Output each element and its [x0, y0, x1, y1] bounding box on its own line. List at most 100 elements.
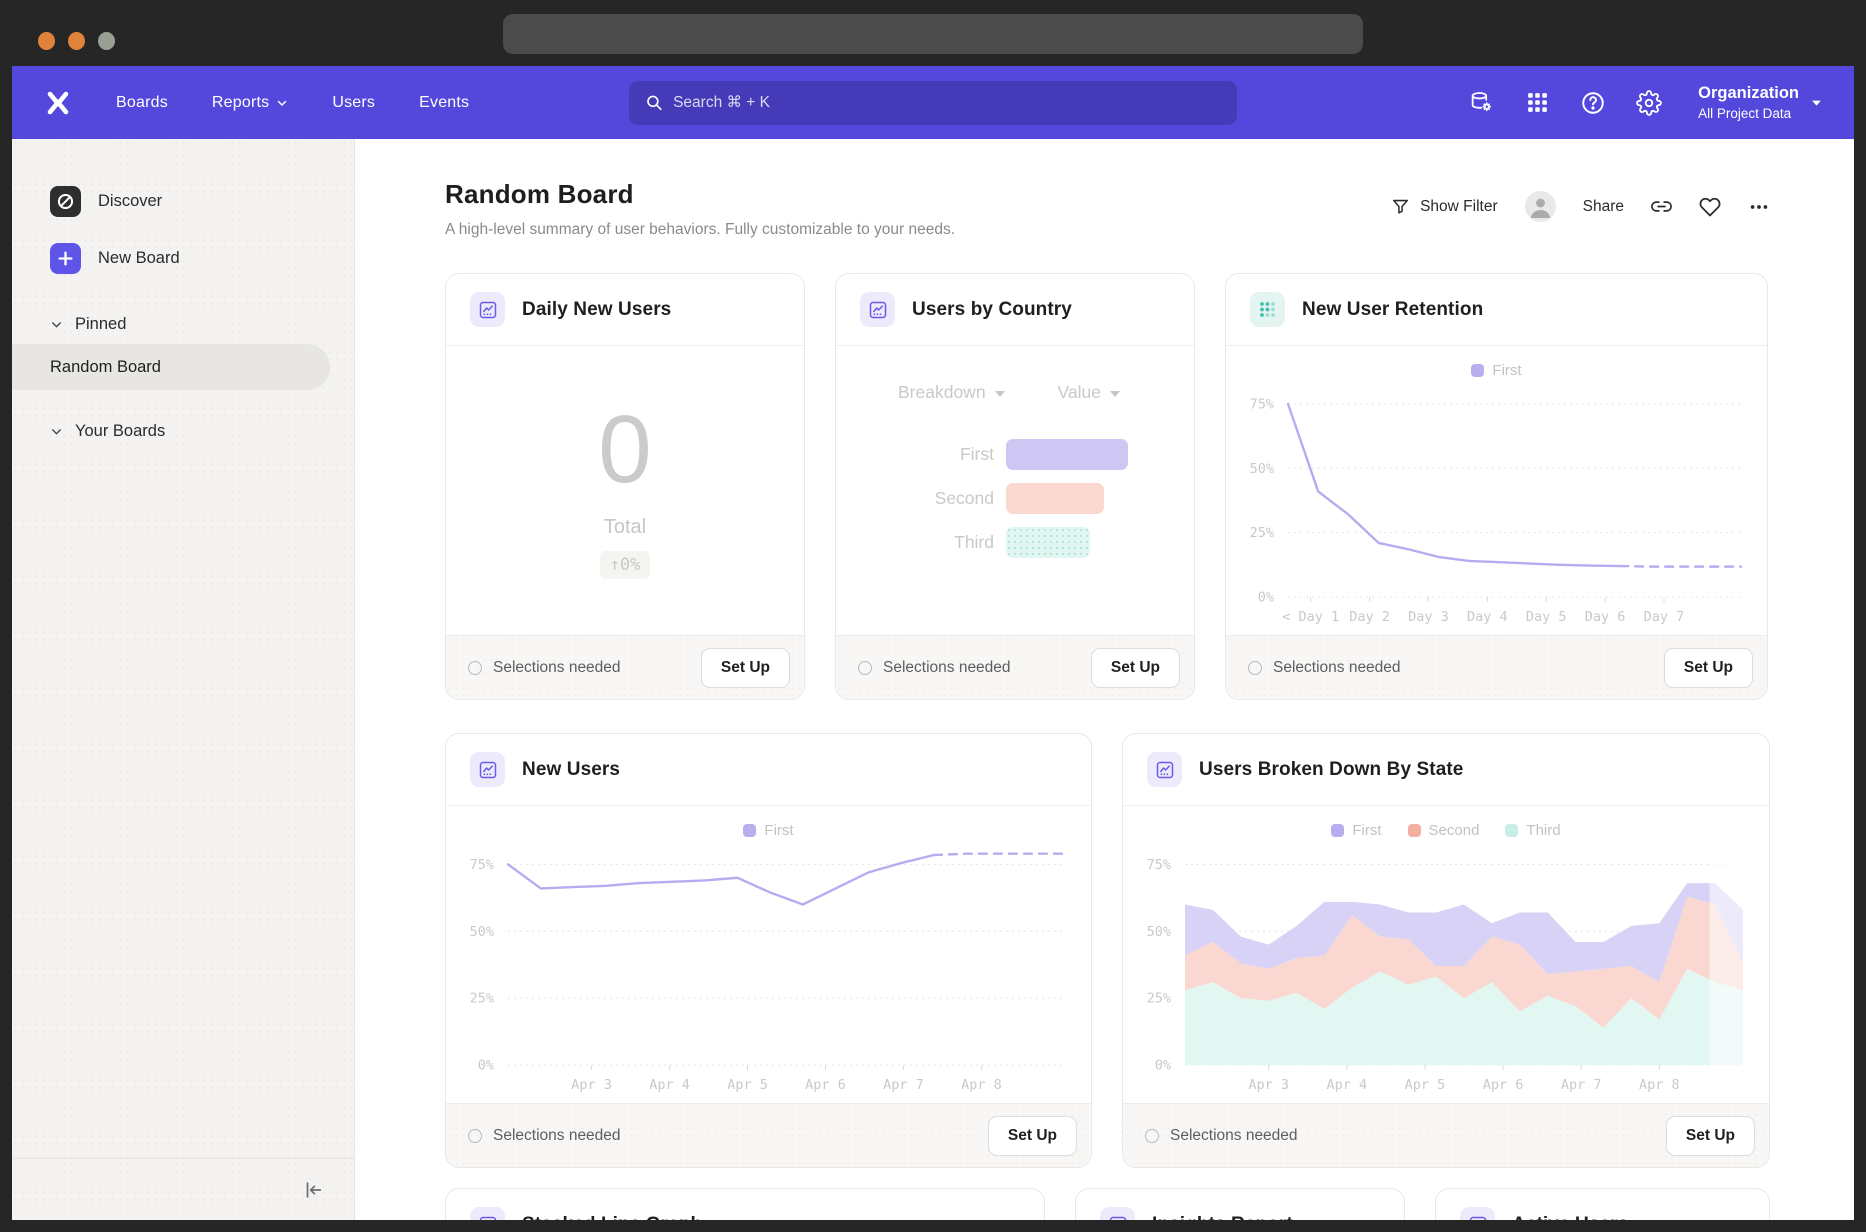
- sidebar-collapse-icon[interactable]: [302, 1179, 324, 1201]
- chart-legend: First: [1226, 362, 1767, 379]
- svg-text:Day 4: Day 4: [1467, 609, 1508, 625]
- apps-grid-icon[interactable]: [1524, 90, 1550, 116]
- chart-legend: First: [446, 822, 1091, 839]
- nav-menu: Boards Reports Users Events: [116, 94, 469, 112]
- sidebar: Discover New Board Pinned Random Board: [12, 139, 355, 1220]
- line-chart-icon: [1100, 1207, 1135, 1220]
- page-subtitle: A high-level summary of user behaviors. …: [445, 221, 955, 239]
- cards-row-2: New Users First 75%50%25%0%Apr 3Apr 4Apr…: [445, 733, 1770, 1168]
- line-chart-icon: [1147, 752, 1182, 787]
- top-navigation-bar: Boards Reports Users Events: [12, 66, 1854, 139]
- window-minimize-button[interactable]: [68, 32, 85, 50]
- svg-text:Day 5: Day 5: [1526, 609, 1567, 625]
- card-title: Users Broken Down By State: [1199, 759, 1463, 781]
- set-up-button[interactable]: Set Up: [701, 648, 790, 688]
- card-title: Stacked Line Graph: [522, 1214, 702, 1221]
- svg-text:0%: 0%: [478, 1058, 494, 1074]
- legend-swatch-first: [743, 824, 756, 837]
- nav-item-reports[interactable]: Reports: [212, 94, 288, 112]
- svg-text:Apr 3: Apr 3: [1248, 1077, 1289, 1093]
- share-button[interactable]: Share: [1583, 198, 1624, 216]
- svg-text:Day 7: Day 7: [1644, 609, 1685, 625]
- card-title: Active Users: [1512, 1214, 1628, 1221]
- sidebar-item-random-board[interactable]: Random Board: [12, 344, 330, 390]
- card-title: Insights Report: [1152, 1214, 1293, 1221]
- show-filter-button[interactable]: Show Filter: [1391, 197, 1498, 216]
- line-chart-icon: [470, 1207, 505, 1220]
- nav-item-users[interactable]: Users: [332, 94, 375, 112]
- window-zoom-button[interactable]: [98, 32, 115, 50]
- chevron-down-icon: [50, 425, 63, 438]
- bar-row: Second: [836, 483, 1194, 514]
- window-controls: [38, 32, 115, 50]
- line-chart-icon: [1460, 1207, 1495, 1220]
- line-chart-icon: [860, 292, 895, 327]
- card-active-users: Active Users: [1435, 1188, 1770, 1220]
- svg-text:25%: 25%: [1250, 525, 1274, 541]
- sidebar-item-discover[interactable]: Discover: [12, 177, 354, 226]
- favorite-heart-icon[interactable]: [1699, 196, 1721, 218]
- sidebar-item-new-board[interactable]: New Board: [12, 234, 354, 283]
- sidebar-footer: [12, 1158, 354, 1220]
- organization-switcher[interactable]: Organization All Project Data: [1698, 84, 1824, 121]
- value-dropdown[interactable]: Value: [1058, 382, 1120, 403]
- board-actions: Show Filter Share: [1391, 179, 1770, 222]
- sidebar-section-your-boards[interactable]: Your Boards: [12, 422, 354, 441]
- bar-row: Third: [836, 527, 1194, 558]
- svg-text:25%: 25%: [1147, 991, 1171, 1007]
- card-new-users: New Users First 75%50%25%0%Apr 3Apr 4Apr…: [445, 733, 1092, 1168]
- set-up-button[interactable]: Set Up: [1664, 648, 1753, 688]
- nav-item-events[interactable]: Events: [419, 94, 469, 112]
- app-window: Boards Reports Users Events: [12, 66, 1854, 1220]
- card-title: Daily New Users: [522, 299, 671, 321]
- chevron-down-icon: [276, 97, 288, 109]
- search-icon: [645, 93, 663, 112]
- svg-text:Apr 8: Apr 8: [961, 1077, 1002, 1093]
- svg-text:Apr 5: Apr 5: [727, 1077, 768, 1093]
- browser-url-bar[interactable]: [503, 14, 1363, 54]
- bar-third: [1006, 527, 1090, 558]
- metric-label: Total: [604, 516, 646, 539]
- svg-text:25%: 25%: [470, 991, 494, 1007]
- legend-swatch-second: [1408, 824, 1421, 837]
- nav-item-boards[interactable]: Boards: [116, 94, 168, 112]
- organization-project: All Project Data: [1698, 106, 1799, 121]
- plus-icon: [50, 243, 81, 274]
- svg-text:75%: 75%: [1250, 396, 1274, 412]
- user-icon: [1525, 191, 1556, 222]
- set-up-button[interactable]: Set Up: [1666, 1116, 1755, 1156]
- global-search[interactable]: [629, 81, 1237, 125]
- set-up-button[interactable]: Set Up: [1091, 648, 1180, 688]
- card-users-by-country: Users by Country Breakdown Value: [835, 273, 1195, 700]
- discover-compass-icon: [50, 186, 81, 217]
- help-icon[interactable]: [1580, 90, 1606, 116]
- search-input[interactable]: [673, 94, 1221, 112]
- more-options-icon[interactable]: [1748, 196, 1770, 218]
- retention-chart: 75%50%25%0%< Day 1Day 2Day 3Day 4Day 5Da…: [1232, 381, 1759, 629]
- metric-delta-badge: ↑0%: [600, 551, 651, 579]
- status-circle-icon: [468, 661, 482, 675]
- svg-text:Day 6: Day 6: [1585, 609, 1626, 625]
- cards-row-3: Stacked Line Graph Insights Report: [445, 1188, 1770, 1220]
- svg-text:Apr 8: Apr 8: [1639, 1077, 1680, 1093]
- status-circle-icon: [858, 661, 872, 675]
- avatar[interactable]: [1525, 191, 1556, 222]
- copy-link-icon[interactable]: [1651, 196, 1672, 217]
- card-title: New Users: [522, 759, 620, 781]
- breakdown-dropdown[interactable]: Breakdown: [898, 382, 1005, 403]
- mixpanel-logo-icon[interactable]: [42, 88, 72, 118]
- settings-gear-icon[interactable]: [1636, 90, 1662, 116]
- window-close-button[interactable]: [38, 32, 55, 50]
- svg-text:Day 3: Day 3: [1408, 609, 1449, 625]
- status-circle-icon: [468, 1129, 482, 1143]
- window-titlebar: [0, 0, 1866, 66]
- svg-text:75%: 75%: [470, 857, 494, 873]
- svg-text:50%: 50%: [1147, 924, 1171, 940]
- card-new-user-retention: New User Retention First 75%50%25%0%< Da…: [1225, 273, 1768, 700]
- set-up-button[interactable]: Set Up: [988, 1116, 1077, 1156]
- data-management-icon[interactable]: [1468, 90, 1494, 116]
- sidebar-section-pinned[interactable]: Pinned: [12, 315, 354, 334]
- line-chart-icon: [470, 292, 505, 327]
- line-chart-icon: [470, 752, 505, 787]
- svg-text:Apr 6: Apr 6: [1483, 1077, 1524, 1093]
